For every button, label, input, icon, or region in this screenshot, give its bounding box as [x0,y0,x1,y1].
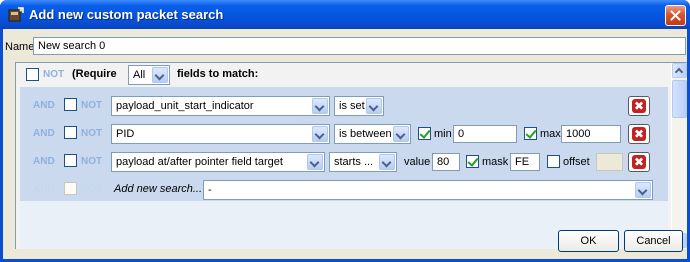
row2-field-select[interactable]: PID [111,124,330,144]
chevron-down-icon[interactable] [635,182,651,198]
row3-not-label: NOT [81,156,103,167]
row2-not-label: NOT [81,128,103,139]
dialog-window: Add new custom packet search Name New se… [0,0,690,262]
row3-value-input[interactable]: 80 [432,153,460,171]
delete-icon: ✖ [632,155,646,169]
row2-min-label: min [434,128,452,140]
vertical-scrollbar[interactable] [672,63,687,249]
row2-and-label: AND [33,128,55,139]
group-not-label: NOT [43,69,65,80]
row2-delete-button[interactable]: ✖ [628,124,650,144]
add-row-and-label: AND [33,184,55,195]
window-title: Add new custom packet search [29,7,224,22]
row3-offset-input[interactable] [596,153,623,171]
add-new-search-label: Add new search... [114,183,203,195]
chevron-down-icon[interactable] [312,126,328,142]
chevron-down-icon[interactable] [379,154,395,170]
row3-mask-label: mask [482,156,509,168]
row2-max-label: max [540,128,561,140]
chevron-down-icon[interactable] [152,67,168,83]
row1-delete-button[interactable]: ✖ [628,96,650,116]
row1-op-select[interactable]: is set [334,96,384,116]
scroll-thumb[interactable] [672,80,687,118]
group-header: NOT (Require All fields to match: [16,63,671,87]
chevron-down-icon[interactable] [393,126,409,142]
row1-field-select[interactable]: payload_unit_start_indicator [111,96,330,116]
row2-op-select[interactable]: is between [334,124,411,144]
row3-not-checkbox[interactable] [64,154,77,167]
dialog-body: Name New search 0 NOT (Require All field… [3,29,687,259]
require-label: (Require [72,68,117,80]
group-not-checkbox[interactable] [26,68,39,81]
title-bar: Add new custom packet search [0,0,690,29]
row2-max-input[interactable]: 1000 [561,125,621,143]
row2-max-checkbox[interactable] [524,127,537,140]
chevron-down-icon[interactable] [312,98,328,114]
conditions-list: AND NOT payload_unit_start_indicator is … [20,87,668,201]
fields-to-match-label: fields to match: [177,68,259,80]
delete-icon: ✖ [632,99,646,113]
require-select[interactable]: All [128,65,170,85]
row2-min-input[interactable]: 0 [453,125,517,143]
row3-offset-checkbox[interactable] [547,155,560,168]
row1-not-label: NOT [81,100,103,111]
row2-min-checkbox[interactable] [418,127,431,140]
condition-group: NOT (Require All fields to match: AND NO… [16,63,671,249]
row3-mask-input[interactable]: FE [510,153,540,171]
row3-field-select[interactable]: payload at/after pointer field target [111,152,325,172]
row3-delete-button[interactable]: ✖ [628,152,650,172]
ok-button[interactable]: OK [558,230,619,252]
row3-and-label: AND [33,156,55,167]
delete-icon: ✖ [632,127,646,141]
chevron-down-icon[interactable] [366,98,382,114]
row3-value-label: value [404,156,431,168]
cancel-button[interactable]: Cancel [624,230,683,252]
search-conditions-panel: NOT (Require All fields to match: AND NO… [15,62,687,249]
app-icon [8,7,24,22]
name-input[interactable]: New search 0 [33,37,686,55]
row3-op-select[interactable]: starts ... [329,152,397,172]
scroll-up-icon[interactable] [672,63,687,78]
add-search-select[interactable]: - [203,180,653,200]
name-label: Name [5,41,35,53]
row3-offset-label: offset [563,156,590,168]
row2-not-checkbox[interactable] [64,126,77,139]
add-row-not-label: NOT [81,184,103,195]
row1-and-label: AND [33,100,55,111]
close-icon[interactable] [665,5,686,26]
row3-mask-checkbox[interactable] [466,155,479,168]
row1-not-checkbox[interactable] [64,98,77,111]
add-row-not-checkbox [64,182,77,195]
chevron-down-icon[interactable] [307,154,323,170]
